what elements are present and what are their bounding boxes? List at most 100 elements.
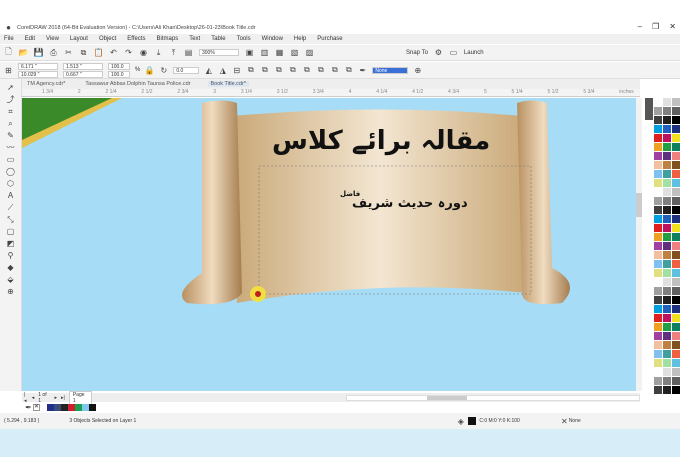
palette-swatch[interactable] [654,143,662,151]
palette-swatch[interactable] [672,215,680,223]
palette-swatch[interactable] [663,359,671,367]
weld-icon[interactable]: ⧉ [274,65,283,75]
palette-swatch[interactable] [654,305,662,313]
artistic-media-icon[interactable]: 〰 [6,143,15,152]
redo-icon[interactable]: ↷ [124,48,133,57]
drawing-canvas[interactable]: مقالہ برائے کلاس دورہ حدیث شریف فاضل [22,98,636,391]
palette-swatch[interactable] [663,296,671,304]
palette-swatch[interactable] [663,323,671,331]
palette-swatch[interactable] [672,359,680,367]
palette-swatch[interactable] [654,98,662,106]
color-swatch[interactable] [47,404,54,411]
palette-swatch[interactable] [663,134,671,142]
snap-to-dropdown[interactable]: Snap To [406,50,428,56]
palette-swatch[interactable] [654,179,662,187]
palette-swatch[interactable] [663,116,671,124]
palette-swatch[interactable] [663,341,671,349]
palette-swatch[interactable] [654,269,662,277]
palette-swatch[interactable] [654,152,662,160]
palette-swatch[interactable] [654,251,662,259]
palette-swatch[interactable] [663,260,671,268]
last-page-button[interactable]: ▸| [61,395,65,401]
color-swatch[interactable] [82,404,89,411]
rotation-field[interactable]: 0.0 [173,66,200,74]
palette-swatch[interactable] [654,197,662,205]
close-button[interactable]: ✕ [669,22,676,31]
tab-book-title[interactable]: Book Title.cdr* [207,81,249,87]
color-swatch[interactable] [75,404,82,411]
palette-swatch[interactable] [654,215,662,223]
first-page-button[interactable]: |◂ [24,392,28,404]
pick-tool-icon[interactable]: ➚ [6,83,15,92]
palette-swatch[interactable] [672,188,680,196]
eyedropper-icon[interactable]: ⚲ [6,251,15,260]
palette-swatch[interactable] [663,224,671,232]
new-icon[interactable]: 🗋 [4,47,13,57]
palette-swatch[interactable] [663,197,671,205]
palette-swatch[interactable] [654,233,662,241]
interactive-fill-icon[interactable]: ◆ [6,263,15,272]
no-color-swatch[interactable]: ✕ [33,404,40,411]
fill-color-swatch[interactable] [468,417,477,425]
freehand-tool-icon[interactable]: ✎ [6,131,15,140]
palette-swatch[interactable] [663,215,671,223]
palette-swatch[interactable] [672,368,680,376]
zoom-tool-icon[interactable]: ⌕ [6,119,15,128]
palette-swatch[interactable] [672,314,680,322]
palette-swatch[interactable] [654,323,662,331]
scale-x-field[interactable]: 100.0 [108,62,130,70]
palette-swatch[interactable] [672,269,680,277]
palette-swatch[interactable] [663,332,671,340]
palette-swatch[interactable] [654,359,662,367]
transparency-icon[interactable]: ◩ [6,239,15,248]
color-swatch[interactable] [40,404,47,411]
width-field[interactable]: 1.513 " [63,62,103,70]
palette-swatch[interactable] [663,143,671,151]
palette-swatch[interactable] [663,125,671,133]
scale-y-field[interactable]: 100.0 [108,70,130,78]
connector-tool-icon[interactable]: ⤡ [6,215,15,224]
palette-swatch[interactable] [654,350,662,358]
add-tool-icon[interactable]: ⊕ [6,287,15,296]
palette-swatch[interactable] [663,278,671,286]
trim-icon[interactable]: ⧉ [288,65,297,75]
palette-swatch[interactable] [672,332,680,340]
launch-dropdown[interactable]: Launch [464,50,484,56]
palette-swatch[interactable] [672,206,680,214]
palette-swatch[interactable] [663,152,671,160]
palette-swatch[interactable] [663,368,671,376]
palette-swatch[interactable] [672,161,680,169]
palette-swatch[interactable] [654,224,662,232]
palette-swatch[interactable] [672,233,680,241]
vertical-scrollbar[interactable] [636,98,642,391]
palette-swatch[interactable] [654,206,662,214]
menu-tools[interactable]: Tools [237,36,251,42]
palette-swatch[interactable] [654,332,662,340]
cut-icon[interactable]: ✂ [64,48,73,57]
palette-swatch[interactable] [654,278,662,286]
rectangle-tool-icon[interactable]: ▭ [6,155,15,164]
zoom-level-select[interactable]: 300% [199,49,239,56]
menu-window[interactable]: Window [262,36,283,42]
palette-swatch[interactable] [672,134,680,142]
rulers-icon[interactable]: ▥ [260,48,269,57]
export-icon[interactable]: ⤒ [169,48,178,57]
palette-swatch[interactable] [672,287,680,295]
menu-object[interactable]: Object [99,36,116,42]
align-icon[interactable]: ⊟ [232,66,241,75]
palette-swatch[interactable] [672,197,680,205]
drop-shadow-icon[interactable]: ▢ [6,227,15,236]
front-minus-back-icon[interactable]: ⧉ [330,65,339,75]
palette-swatch[interactable] [654,134,662,142]
palette-swatch[interactable] [663,251,671,259]
palette-swatch[interactable] [654,368,662,376]
menu-purchase[interactable]: Purchase [317,36,342,42]
palette-swatch[interactable] [663,305,671,313]
palette-swatch[interactable] [663,188,671,196]
guidelines-icon[interactable]: ▧ [290,48,299,57]
combine-icon[interactable]: ⧉ [260,65,269,75]
palette-swatch[interactable] [654,188,662,196]
palette-swatch[interactable] [654,161,662,169]
group-icon[interactable]: ⧉ [246,65,255,75]
smart-fill-icon[interactable]: ⬙ [6,275,15,284]
